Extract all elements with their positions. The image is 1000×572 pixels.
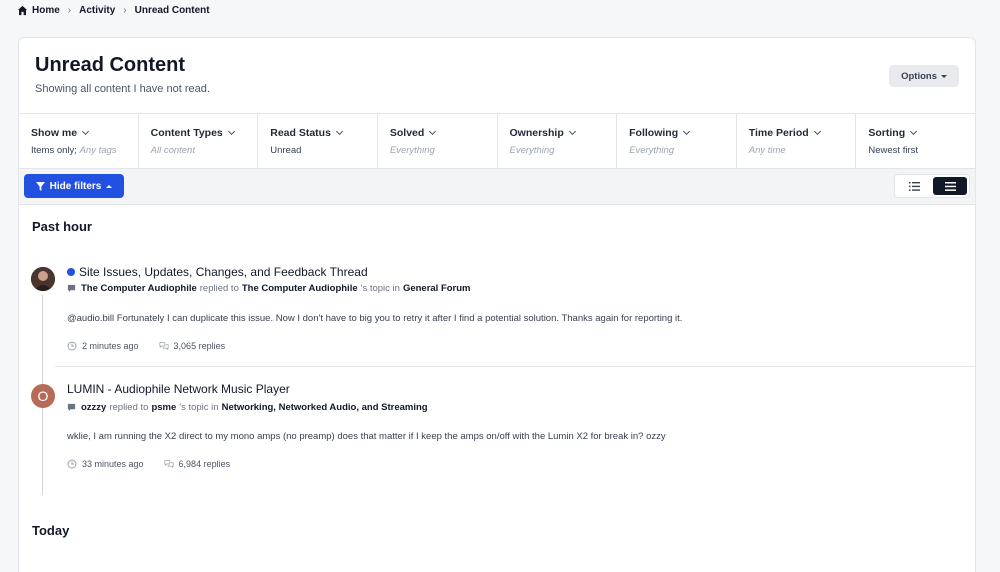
- filter-title: Following: [629, 127, 679, 139]
- filter-title: Solved: [389, 127, 425, 139]
- filter-content-types[interactable]: Content Types All content: [139, 114, 259, 168]
- item-title: LUMIN - Audiophile Network Music Player: [67, 382, 290, 396]
- chevron-down-icon: [82, 127, 90, 136]
- item-replies[interactable]: 3,065 replies: [174, 341, 226, 351]
- chevron-right-icon: ›: [123, 4, 127, 16]
- menu-lines-icon: [944, 181, 956, 191]
- comment-icon: [67, 403, 76, 412]
- topic-owner-link[interactable]: psme: [151, 402, 176, 413]
- caret-up-icon: [106, 184, 113, 188]
- filter-bar: Show me Items only; Any tags Content Typ…: [19, 114, 975, 169]
- filter-show-me[interactable]: Show me Items only; Any tags: [19, 114, 139, 168]
- author-link[interactable]: ozzzy: [81, 402, 106, 413]
- comment-icon: [67, 284, 76, 293]
- caret-down-icon: [941, 74, 947, 78]
- filter-value-muted: Everything: [629, 145, 675, 156]
- filter-title: Show me: [31, 127, 78, 139]
- clock-icon: [67, 341, 77, 351]
- filter-ownership[interactable]: Ownership Everything: [498, 114, 618, 168]
- clock-icon: [67, 459, 77, 469]
- avatar[interactable]: O: [31, 384, 55, 408]
- filter-read-status[interactable]: Read Status Unread: [258, 114, 378, 168]
- breadcrumb: Home › Activity › Unread Content: [17, 3, 210, 17]
- filter-value-muted: Any tags: [79, 145, 117, 156]
- avatar-letter: O: [37, 388, 49, 404]
- chevron-down-icon: [910, 127, 918, 136]
- view-toggle: [894, 174, 970, 198]
- chevron-down-icon: [683, 127, 691, 136]
- filter-title: Ownership: [509, 127, 564, 139]
- filter-solved[interactable]: Solved Everything: [378, 114, 498, 168]
- chevron-down-icon: [568, 127, 576, 136]
- chevron-down-icon: [335, 127, 343, 136]
- item-replies[interactable]: 6,984 replies: [179, 459, 231, 469]
- page-header: Unread Content Showing all content I hav…: [19, 38, 975, 114]
- list-icon: [908, 181, 920, 191]
- replies-icon: [164, 460, 174, 469]
- filter-title: Sorting: [868, 127, 906, 139]
- filter-value: Newest first: [868, 145, 918, 156]
- section-heading-past-hour: Past hour: [32, 219, 92, 234]
- filter-icon: [35, 181, 45, 191]
- unread-indicator: [67, 268, 75, 276]
- item-snippet: @audio.bill Fortunately I can duplicate …: [67, 313, 683, 324]
- condensed-view-button[interactable]: [897, 177, 931, 195]
- item-title: Site Issues, Updates, Changes, and Feedb…: [79, 265, 368, 279]
- filter-value-muted: Everything: [509, 145, 555, 156]
- content-panel: Unread Content Showing all content I hav…: [18, 37, 976, 572]
- filter-value-muted: Any time: [748, 145, 786, 156]
- section-heading-today: Today: [32, 523, 70, 538]
- user-photo-icon: [31, 267, 55, 291]
- page-title: Unread Content: [35, 54, 185, 76]
- options-button[interactable]: Options: [889, 65, 959, 87]
- filter-value: Unread: [270, 145, 302, 156]
- item-meta: ozzzy replied to psme's topic in Network…: [67, 402, 428, 413]
- topic-owner-link[interactable]: The Computer Audiophile: [242, 283, 358, 294]
- item-snippet: wklie, I am running the X2 direct to my …: [67, 431, 666, 442]
- chevron-down-icon: [429, 127, 437, 136]
- action-text: replied to: [109, 402, 149, 413]
- item-time: 2 minutes ago: [82, 341, 139, 351]
- author-link[interactable]: The Computer Audiophile: [81, 283, 197, 294]
- hide-filters-button[interactable]: Hide filters: [24, 174, 124, 198]
- options-label: Options: [901, 70, 937, 82]
- breadcrumb-activity-link[interactable]: Activity: [79, 5, 115, 16]
- filter-title: Time Period: [748, 127, 809, 139]
- chevron-down-icon: [227, 127, 235, 136]
- forum-link[interactable]: Networking, Networked Audio, and Streami…: [222, 402, 428, 413]
- item-title-link[interactable]: Site Issues, Updates, Changes, and Feedb…: [67, 265, 368, 279]
- item-meta: The Computer Audiophile replied to The C…: [67, 283, 471, 294]
- page-subtitle: Showing all content I have not read.: [35, 83, 210, 95]
- hide-filters-label: Hide filters: [49, 180, 102, 192]
- filter-value-muted: Everything: [389, 145, 435, 156]
- filter-title: Read Status: [270, 127, 331, 139]
- chevron-down-icon: [813, 127, 821, 136]
- replies-icon: [159, 342, 169, 351]
- topic-suffix: 's topic in: [179, 402, 219, 413]
- toolbar: Hide filters: [19, 169, 975, 205]
- filter-following[interactable]: Following Everything: [617, 114, 737, 168]
- breadcrumb-home-link[interactable]: Home: [32, 5, 60, 16]
- chevron-right-icon: ›: [67, 4, 72, 16]
- filter-value-muted: All content: [150, 145, 195, 156]
- item-stats: 33 minutes ago 6,984 replies: [67, 459, 230, 469]
- avatar[interactable]: [31, 267, 55, 291]
- action-text: replied to: [199, 283, 239, 294]
- breadcrumb-current: Unread Content: [134, 4, 210, 16]
- home-icon: [17, 5, 28, 15]
- forum-link[interactable]: General Forum: [403, 283, 471, 294]
- item-stats: 2 minutes ago 3,065 replies: [67, 341, 225, 351]
- item-title-link[interactable]: LUMIN - Audiophile Network Music Player: [67, 382, 290, 396]
- filter-sorting[interactable]: Sorting Newest first: [856, 114, 975, 168]
- topic-suffix: 's topic in: [360, 283, 400, 294]
- divider: [55, 366, 975, 367]
- filter-title: Content Types: [150, 127, 223, 139]
- filter-value: Items only;: [31, 145, 77, 156]
- expanded-view-button[interactable]: [933, 177, 967, 195]
- filter-time-period[interactable]: Time Period Any time: [737, 114, 857, 168]
- item-time: 33 minutes ago: [82, 459, 144, 469]
